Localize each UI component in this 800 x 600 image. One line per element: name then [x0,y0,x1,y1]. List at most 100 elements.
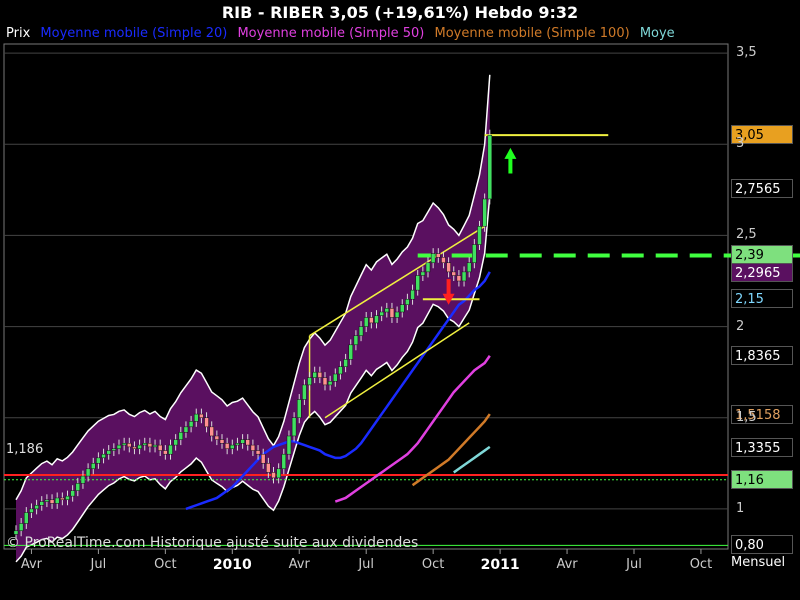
price-chart[interactable] [0,0,800,600]
candle-body [446,262,451,273]
x-tick-label: Jul [358,557,375,572]
candle-body [312,371,317,378]
candle-body [394,311,400,318]
candle-body [194,413,199,422]
candle-body [75,483,81,491]
candle-body [477,226,482,245]
candle-body [461,271,467,282]
x-tick-label: Oct [689,557,713,572]
candle-body [482,198,487,227]
legend-ma50[interactable]: Moyenne mobile (Simple 50) [237,26,424,41]
y-tick-label: 3 [736,136,745,152]
candle-body [65,495,70,501]
candle-body [116,444,122,449]
price-tag: 1,8365 [731,346,793,366]
candle-body [219,439,225,444]
candle-body [451,271,456,276]
price-tag: 1,3355 [731,437,793,457]
candle-body [286,435,292,455]
candle-body [430,253,436,264]
legend-ma200[interactable]: Moye [640,26,675,41]
candle-body [127,443,132,448]
candle-body [425,262,431,273]
price-tag: 2,2965 [731,262,793,282]
candle-body [297,399,302,418]
candle-body [85,468,91,477]
candle-body [204,417,209,428]
y-tick-label: 3,5 [736,45,757,61]
candle-body [317,371,323,378]
candle-body [400,304,405,313]
x-tick-label: Jul [90,557,107,572]
candle-body [363,317,369,327]
candle-body [369,317,374,324]
candle-body [132,446,137,449]
candle-body [54,497,60,504]
candle-body [338,366,343,375]
candle-body [142,443,147,446]
candle-body [235,443,240,446]
price-tag: 1,16 [731,469,793,489]
candle-body [255,450,261,455]
candle-body [152,444,158,448]
candle-body [111,448,117,451]
price-tag: 0,80 [731,535,793,555]
candle-body [24,512,29,524]
period-label[interactable]: Mensuel [731,555,793,575]
level-label-1186: 1,186 [6,442,44,457]
candle-body [96,457,101,464]
candle-body [343,359,348,367]
y-tick-label: 1,5 [736,409,757,425]
candle-body [441,257,446,264]
candle-body [230,444,235,449]
candle-body [348,344,353,360]
y-tick-label: 1 [736,500,745,516]
candle-body [322,377,328,386]
candle-body [29,508,34,513]
candle-body [384,308,390,313]
legend-ma20[interactable]: Moyenne mobile (Simple 20) [40,26,227,41]
candle-body [137,444,142,449]
candle-body [101,453,106,459]
candle-body [44,499,50,502]
y-tick-label: 2 [736,318,745,334]
candle-body [209,426,214,437]
candle-body [436,253,441,258]
candle-body [472,244,477,264]
candle-body [49,499,55,504]
candle-body [173,439,178,446]
price-tag: 2,15 [731,289,793,309]
candle-body [34,504,39,510]
candle-body [374,315,379,324]
candle-body [379,311,384,316]
x-tick-label: Avr [288,557,310,572]
candle-body [415,275,420,291]
x-tick-label: Jul [626,557,642,572]
candle-body [291,417,297,437]
legend-ma100[interactable]: Moyenne mobile (Simple 100) [435,26,630,41]
candle-body [91,463,96,470]
candle-body [121,443,127,446]
candle-body [18,523,24,532]
candle-body [420,271,426,276]
candle-body [147,443,153,448]
legend-price: Prix [6,26,31,41]
candle-body [271,472,276,479]
watermark: © ProRealTime.com Historique ajusté suit… [6,535,419,551]
x-tick-label: 2011 [480,557,520,573]
candle-body [276,468,281,479]
indicator-legend: Prix Moyenne mobile (Simple 20) Moyenne … [6,26,726,42]
x-tick-label: Avr [556,557,578,572]
candle-body [333,373,338,382]
y-tick-label: 2,5 [736,227,757,243]
candle-body [327,381,333,386]
candle-body [250,444,256,451]
x-tick-label: 2010 [212,557,252,573]
x-tick-label: Oct [421,557,445,572]
x-tick-label: Oct [154,557,177,572]
candle-body [456,275,462,282]
x-tick-label: Avr [20,557,43,572]
candle-body [39,501,44,506]
candle-body [410,289,415,300]
candle-body [188,421,194,428]
